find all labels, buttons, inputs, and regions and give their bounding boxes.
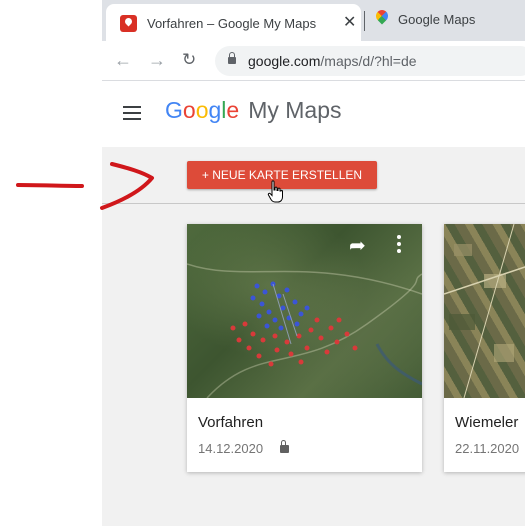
tab-title: Vorfahren – Google My Maps [147,16,317,31]
logo-letter: G [165,97,183,123]
annotation-arrow [16,162,154,210]
share-icon[interactable]: ➦ [349,235,366,257]
lock-icon [228,52,236,64]
map-card-wiemeler[interactable]: Wiemeler 22.11.2020 [444,224,525,472]
map-card-title: Wiemeler [455,414,519,431]
url-text: google.com/maps/d/?hl=de [248,53,417,69]
back-arrow-icon[interactable]: ← [114,49,132,71]
forward-arrow-icon[interactable]: → [148,49,166,71]
tab-close-icon[interactable]: ✕ [343,13,356,33]
map-card-date: 14.12.2020 [198,441,264,456]
url-host: google.com [248,53,321,69]
map-thumbnail[interactable] [444,224,525,398]
map-card-date: 22.11.2020 [455,441,520,456]
map-thumbnail[interactable]: ➦ [187,224,422,398]
app-header: Google My Maps [102,81,525,147]
browser-tab-strip: Vorfahren – Google My Maps ✕ Google Maps [102,0,525,41]
tab-google-maps[interactable]: Google Maps [398,12,475,27]
lock-icon [280,440,289,453]
menu-icon[interactable] [123,106,141,120]
map-thumbnail-overlay [187,263,422,398]
google-maps-pin-icon [373,7,391,25]
logo-letter: e [226,97,240,123]
map-thumbnail-overlay [444,224,525,398]
logo-letter: g [208,97,222,123]
product-name: My Maps [248,97,342,123]
google-my-maps-logo[interactable]: Google My Maps [165,97,342,124]
tab-vorfahren[interactable]: Vorfahren – Google My Maps ✕ [106,4,361,41]
logo-letter: o [195,97,209,123]
address-bar[interactable]: google.com/maps/d/?hl=de [215,46,525,76]
hand-cursor-icon [267,180,283,203]
mymaps-pin-icon [120,15,137,32]
map-card-vorfahren[interactable]: ➦ Vorfahren 14.12.2020 [187,224,422,472]
map-card-title: Vorfahren [198,414,264,431]
more-vert-icon[interactable] [397,235,401,256]
logo-letter: o [182,97,196,123]
reload-icon[interactable]: ↻ [182,49,196,71]
browser-toolbar: ← → ↻ google.com/maps/d/?hl=de [102,41,525,81]
url-path: /maps/d/?hl=de [320,53,417,69]
tab-separator [364,11,365,31]
